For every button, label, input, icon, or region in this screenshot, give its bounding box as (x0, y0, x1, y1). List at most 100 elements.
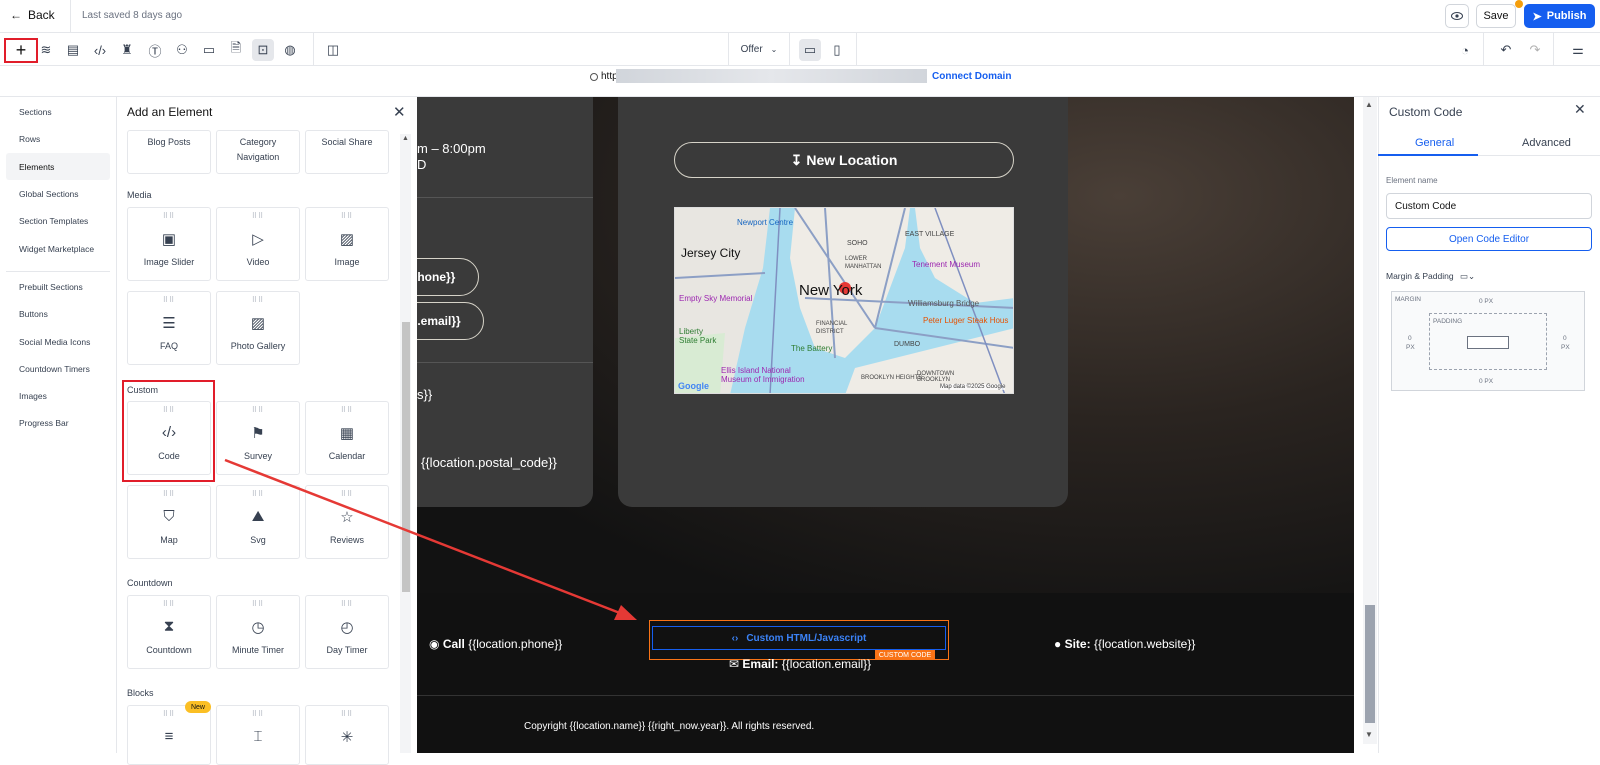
element-card-day-timer[interactable]: ⠿⠿ ◴ Day Timer (305, 595, 389, 669)
divider (70, 0, 71, 33)
element-card-image[interactable]: ⠿⠿ ▨ Image (305, 207, 389, 281)
drag-handle-icon: ⠿⠿ (340, 711, 354, 718)
element-card-social-share[interactable]: Social Share (305, 130, 389, 174)
layers-icon[interactable]: ≋ (35, 39, 57, 61)
page-icon[interactable]: ▤ (62, 39, 84, 61)
map-label-battery: The Battery (791, 344, 833, 353)
card-label: Photo Gallery (230, 341, 286, 351)
code-icon[interactable]: ‹/› (89, 39, 111, 61)
nav-item-prebuilt-sections[interactable]: Prebuilt Sections (19, 282, 83, 292)
nav-item-global-sections[interactable]: Global Sections (19, 189, 79, 199)
element-card-survey[interactable]: ⠿⠿ ⚑ Survey (216, 401, 300, 475)
map-embed[interactable]: Jersey City New York SOHO EAST VILLAGE L… (674, 207, 1014, 394)
browser-icon[interactable]: ▭ (198, 39, 220, 61)
nav-item-buttons[interactable]: Buttons (19, 309, 48, 319)
element-card-minute-timer[interactable]: ⠿⠿ ◷ Minute Timer (216, 595, 300, 669)
mobile-icon[interactable]: ▯ (826, 39, 848, 61)
undo-icon[interactable]: ↶ (1495, 39, 1517, 61)
eye-icon (1451, 12, 1463, 20)
margin-top-value[interactable]: 0 PX (1479, 298, 1493, 305)
nav-item-section-templates[interactable]: Section Templates (19, 216, 88, 226)
scroll-up-icon[interactable]: ▲ (1365, 100, 1373, 109)
paint-icon[interactable]: ♜ (116, 39, 138, 61)
scroll-up-icon[interactable]: ▲ (402, 135, 409, 142)
back-button[interactable]: ← Back (10, 8, 55, 22)
publish-button[interactable]: ➤ Publish (1524, 4, 1595, 28)
preview-button[interactable] (1445, 4, 1469, 28)
map-label-newport: Newport Centre (737, 218, 794, 227)
nav-item-elements[interactable]: Elements (19, 162, 54, 172)
save-button[interactable]: Save (1476, 4, 1516, 28)
element-card-countdown[interactable]: ⠿⠿ ⧗ Countdown (127, 595, 211, 669)
margin-padding-label: Margin & Padding ▭⌄ (1386, 271, 1475, 282)
canvas-scrollbar-thumb[interactable] (1365, 605, 1375, 723)
open-code-editor-button[interactable]: Open Code Editor (1386, 227, 1592, 251)
element-card-block-1[interactable]: ⠿⠿ ≡ (127, 705, 211, 765)
globe-icon: ● (1054, 637, 1062, 651)
tab-advanced[interactable]: Advanced (1522, 137, 1571, 149)
settings-sliders-icon[interactable]: ⚌ (1567, 39, 1589, 61)
history-icon[interactable]: ◔ (1454, 39, 1476, 61)
svg-icon: ⛰ (251, 508, 265, 525)
page-selector[interactable]: Offer ⌄ (728, 33, 790, 65)
shapes-icon[interactable]: ⚇ (171, 39, 193, 61)
monitor-icon[interactable]: ▭⌄ (1460, 271, 1475, 281)
element-card-block-2[interactable]: ⠿⠿ ⌶ (216, 705, 300, 765)
email-label: Email: (742, 657, 779, 671)
connect-domain-link[interactable]: Connect Domain (932, 71, 1011, 82)
terminal-icon[interactable]: ⊡ (252, 39, 274, 61)
map-label-downtown-brooklyn: DOWNTOWN BROOKLYN (917, 371, 955, 383)
panel-scrollbar-thumb[interactable] (402, 322, 410, 592)
element-name-input[interactable]: Custom Code (1386, 193, 1592, 219)
scroll-down-icon[interactable]: ▼ (1365, 730, 1373, 739)
margin-bottom-value[interactable]: 0 PX (1479, 378, 1493, 385)
palette-icon[interactable]: ◍ (279, 39, 301, 61)
margin-left-value[interactable]: 0 (1408, 335, 1412, 342)
margin-right-value[interactable]: 0 (1563, 335, 1567, 342)
element-card-category-navigation[interactable]: Category Navigation (216, 130, 300, 174)
phone-button[interactable]: phone}} (417, 258, 479, 296)
add-element-button[interactable]: + (4, 38, 38, 63)
margin-label: MARGIN (1395, 296, 1421, 303)
nav-item-sections[interactable]: Sections (19, 107, 52, 117)
tab-general[interactable]: General (1415, 137, 1454, 149)
url-redacted (616, 69, 927, 83)
desktop-icon[interactable]: ▭ (799, 39, 821, 61)
hours-text-2: D (417, 157, 427, 172)
card-label: FAQ (159, 341, 178, 351)
element-card-calendar[interactable]: ⠿⠿ ▦ Calendar (305, 401, 389, 475)
element-card-map[interactable]: ⠿⠿ ⛉ Map (127, 485, 211, 559)
new-location-button[interactable]: ↧ New Location (674, 142, 1014, 178)
element-card-faq[interactable]: ⠿⠿ ☰ FAQ (127, 291, 211, 365)
nav-item-rows[interactable]: Rows (19, 134, 40, 144)
divider (417, 362, 593, 363)
element-card-blog-posts[interactable]: Blog Posts (127, 130, 211, 174)
custom-code-element[interactable]: ‹› Custom HTML/Javascript (652, 626, 946, 650)
drag-handle-icon: ⠿⠿ (251, 601, 265, 608)
email-button[interactable]: n.email}} (417, 302, 484, 340)
nav-item-social-media-icons[interactable]: Social Media Icons (19, 337, 90, 347)
video-icon: ▷ (252, 231, 264, 248)
drag-handle-icon: ⠿⠿ (251, 297, 265, 304)
element-card-video[interactable]: ⠿⠿ ▷ Video (216, 207, 300, 281)
doc-search-icon[interactable]: 🗎 (225, 39, 247, 61)
element-card-image-slider[interactable]: ⠿⠿ ▣ Image Slider (127, 207, 211, 281)
element-card-svg[interactable]: ⠿⠿ ⛰ Svg (216, 485, 300, 559)
drag-handle-icon: ⠿⠿ (340, 601, 354, 608)
nav-item-countdown-timers[interactable]: Countdown Timers (19, 364, 90, 374)
element-card-photo-gallery[interactable]: ⠿⠿ ▨ Photo Gallery (216, 291, 300, 365)
text-icon[interactable]: Ⓣ (144, 39, 166, 61)
close-icon[interactable]: ✕ (393, 103, 406, 121)
custom-code-label: Custom HTML/Javascript (746, 632, 867, 644)
redo-icon[interactable]: ↷ (1524, 39, 1546, 61)
element-card-block-3[interactable]: ⠿⠿ ✳ (305, 705, 389, 765)
nav-item-images[interactable]: Images (19, 391, 47, 401)
nav-item-widget-marketplace[interactable]: Widget Marketplace (19, 244, 94, 254)
margin-padding-text: Margin & Padding (1386, 271, 1454, 281)
drag-handle-icon: ⠿⠿ (340, 213, 354, 220)
split-view-icon[interactable]: ◫ (322, 39, 344, 61)
close-icon[interactable]: ✕ (1574, 101, 1586, 118)
nav-item-progress-bar[interactable]: Progress Bar (19, 418, 69, 428)
element-card-reviews[interactable]: ⠿⠿ ☆ Reviews (305, 485, 389, 559)
drag-handle-icon: ⠿⠿ (162, 601, 176, 608)
